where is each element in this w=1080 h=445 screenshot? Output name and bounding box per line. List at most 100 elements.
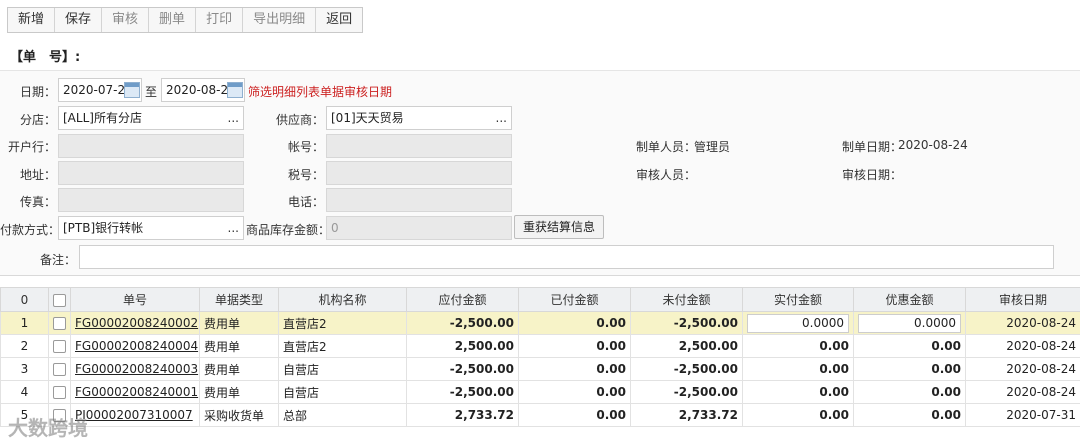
doc-type-cell: 费用单 [199,357,279,381]
actual-amount-input[interactable]: 0.0000 [747,313,849,333]
payable-cell: -2,500.00 [406,357,519,381]
col-header-actual[interactable]: 实付金额 [742,287,854,312]
row-index: 4 [0,380,49,404]
header-form: 日期： 2020-07-25 至 2020-08-24 筛选明细列表单据审核日期… [0,70,1080,276]
payment-method-select[interactable]: [PTB]银行转帐 ... [58,216,244,240]
supplier-picker-ellipsis[interactable]: ... [496,107,507,129]
unpaid-cell: -2,500.00 [630,357,743,381]
row-checkbox-cell[interactable] [48,311,71,335]
col-header-org[interactable]: 机构名称 [278,287,407,312]
doc-no-link[interactable]: FG00002008240002 [75,316,198,330]
supplier-select[interactable]: [01]天天贸易 ... [326,106,512,130]
col-header-doc-no[interactable]: 单号 [70,287,200,312]
paid-cell: 0.00 [518,380,631,404]
remark-input[interactable] [79,245,1054,269]
back-button[interactable]: 返回 [316,8,362,32]
table-row[interactable]: 4 FG00002008240001 费用单 自营店 -2,500.00 0.0… [0,380,1080,404]
col-header-payable[interactable]: 应付金额 [406,287,519,312]
doc-type-cell: 费用单 [199,311,279,335]
phone-field [326,188,512,212]
col-header-select[interactable] [48,287,71,312]
doc-no-cell[interactable]: FG00002008240001 [70,380,200,404]
org-cell: 总部 [278,403,407,427]
row-checkbox[interactable] [53,363,66,376]
row-checkbox[interactable] [53,386,66,399]
audit-button[interactable]: 审核 [102,8,150,32]
unpaid-cell: -2,500.00 [630,380,743,404]
doc-no-link[interactable]: PI00002007310007 [75,408,193,422]
discount-cell[interactable]: 0.0000 [853,311,966,335]
save-button[interactable]: 保存 [55,8,103,32]
date-from-value: 2020-07-25 [63,83,133,97]
table-row[interactable]: 3 FG00002008240003 费用单 自营店 -2,500.00 0.0… [0,357,1080,381]
row-checkbox[interactable] [53,340,66,353]
new-button[interactable]: 新增 [8,8,56,32]
doc-no-link[interactable]: FG00002008240001 [75,385,198,399]
payable-cell: -2,500.00 [406,311,519,335]
doc-no-cell[interactable]: FG00002008240003 [70,357,200,381]
discount-amount-input[interactable]: 0.0000 [858,313,961,333]
paid-cell: 0.00 [518,334,631,358]
actual-cell[interactable]: 0.0000 [742,311,854,335]
actual-cell[interactable]: 0.00 [742,334,854,358]
discount-cell[interactable]: 0.00 [853,334,966,358]
doc-no-cell[interactable]: PI00002007310007 [70,403,200,427]
select-all-checkbox[interactable] [53,293,66,307]
unpaid-cell: -2,500.00 [630,311,743,335]
col-header-unpaid[interactable]: 未付金额 [630,287,743,312]
audit-date-cell: 2020-08-24 [965,380,1080,404]
row-checkbox-cell[interactable] [48,380,71,404]
branch-picker-ellipsis[interactable]: ... [228,107,239,129]
unpaid-cell: 2,733.72 [630,403,743,427]
fax-field [58,188,244,212]
payment-picker-ellipsis[interactable]: ... [228,217,239,239]
payable-cell: -2,500.00 [406,380,519,404]
auditor-label: 审核人员： [636,168,697,182]
col-header-audit-date[interactable]: 审核日期 [965,287,1080,312]
doc-no-link[interactable]: FG00002008240003 [75,362,198,376]
col-header-discount[interactable]: 优惠金额 [853,287,966,312]
discount-cell[interactable]: 0.00 [853,357,966,381]
discount-cell[interactable]: 0.00 [853,403,966,427]
table-row[interactable]: 1 FG00002008240002 费用单 直营店2 -2,500.00 0.… [0,311,1080,335]
stock-amount-value: 0 [331,221,339,235]
branch-select[interactable]: [ALL]所有分店 ... [58,106,244,130]
delete-button[interactable]: 删单 [149,8,197,32]
table-row[interactable]: 5 PI00002007310007 采购收货单 总部 2,733.72 0.0… [0,403,1080,427]
row-checkbox[interactable] [53,317,66,330]
date-to-separator: 至 [145,85,158,99]
grid-header-row: 0 单号 单据类型 机构名称 应付金额 已付金额 未付金额 实付金额 优惠金额 … [0,287,1080,312]
col-header-doc-type[interactable]: 单据类型 [199,287,279,312]
actual-cell[interactable]: 0.00 [742,403,854,427]
create-date-value: 2020-08-24 [898,138,968,152]
calendar-icon[interactable] [227,82,243,98]
discount-cell[interactable]: 0.00 [853,380,966,404]
org-cell: 自营店 [278,357,407,381]
print-button[interactable]: 打印 [196,8,244,32]
doc-number-label: 【单 号】: [10,50,81,65]
row-checkbox-cell[interactable] [48,334,71,358]
bank-field [58,134,244,158]
toolbar: 新增 保存 审核 删单 打印 导出明细 返回 [7,7,364,33]
row-checkbox-cell[interactable] [48,357,71,381]
branch-label: 分店： [19,113,56,127]
audit-date-label: 审核日期： [842,168,903,182]
payment-method-value: [PTB]银行转帐 [63,221,144,235]
actual-cell[interactable]: 0.00 [742,357,854,381]
table-row[interactable]: 2 FG00002008240004 费用单 直营店2 2,500.00 0.0… [0,334,1080,358]
recalc-settlement-button[interactable]: 重获结算信息 [514,215,605,239]
export-detail-button[interactable]: 导出明细 [243,8,317,32]
calendar-icon[interactable] [124,82,140,98]
col-header-paid[interactable]: 已付金额 [518,287,631,312]
supplier-label: 供应商： [275,113,324,127]
doc-no-cell[interactable]: FG00002008240002 [70,311,200,335]
row-index: 3 [0,357,49,381]
tax-id-label: 税号： [287,168,324,182]
actual-cell[interactable]: 0.00 [742,380,854,404]
doc-no-link[interactable]: FG00002008240004 [75,339,198,353]
date-filter-hint: 筛选明细列表单据审核日期 [248,85,393,99]
row-index: 2 [0,334,49,358]
doc-no-cell[interactable]: FG00002008240004 [70,334,200,358]
paid-cell: 0.00 [518,357,631,381]
audit-date-cell: 2020-07-31 [965,403,1080,427]
